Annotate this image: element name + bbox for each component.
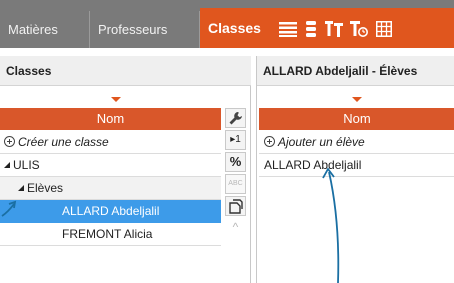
sort-indicator-icon xyxy=(352,97,362,102)
classes-panel-title: Classes xyxy=(0,56,251,86)
document-glyph-icon xyxy=(228,199,243,214)
abc-button[interactable]: ABC xyxy=(225,174,246,194)
tab-classes[interactable]: Classes xyxy=(200,8,454,48)
plus-circle-icon xyxy=(4,136,15,147)
step-button[interactable]: ▸1 xyxy=(225,130,246,150)
student-row[interactable]: FREMONT Alicia xyxy=(0,223,221,246)
students-panel-title: ALLARD Abdeljalil - Élèves xyxy=(257,56,454,86)
app-window: Matières Professeurs Classes Classes Nom… xyxy=(0,0,454,283)
document-icon[interactable] xyxy=(225,196,246,216)
tab-matieres[interactable]: Matières xyxy=(0,11,90,48)
create-class-row[interactable]: Créer une classe xyxy=(0,131,221,154)
vertical-list-icon[interactable] xyxy=(305,21,317,37)
subgroup-label-eleves: Elèves xyxy=(27,181,64,195)
wrench-glyph-icon xyxy=(229,112,242,125)
student-name: ALLARD Abdeljalil xyxy=(62,204,160,218)
student-row[interactable]: ALLARD Abdeljalil xyxy=(259,154,454,177)
tab-professeurs[interactable]: Professeurs xyxy=(90,11,200,48)
tab-professeurs-label: Professeurs xyxy=(98,22,168,37)
tools-strip: ▸1 % ABC ^ xyxy=(224,108,247,268)
expand-triangle-icon[interactable] xyxy=(4,162,10,168)
add-student-row[interactable]: Ajouter un élève xyxy=(259,131,454,154)
percent-button[interactable]: % xyxy=(225,152,246,172)
sort-indicator-icon xyxy=(111,97,121,102)
tab-matieres-label: Matières xyxy=(8,22,58,37)
student-name: FREMONT Alicia xyxy=(62,227,153,241)
column-header-nom[interactable]: Nom xyxy=(0,108,221,130)
list-icon[interactable] xyxy=(279,21,297,37)
annotation-arrow-left xyxy=(1,200,17,217)
wrench-icon[interactable] xyxy=(225,108,246,128)
add-student-label: Ajouter un élève xyxy=(278,135,365,149)
subgroup-row-eleves[interactable]: Elèves xyxy=(0,177,221,200)
student-row-selected[interactable]: ALLARD Abdeljalil xyxy=(0,200,221,223)
create-class-label: Créer une classe xyxy=(18,135,109,149)
grid-icon[interactable] xyxy=(376,21,392,37)
column-header-nom[interactable]: Nom xyxy=(259,108,454,130)
tab-classes-label: Classes xyxy=(208,20,261,36)
scroll-up-icon[interactable]: ^ xyxy=(225,218,246,238)
teacher-clock-icon[interactable] xyxy=(350,21,368,37)
annotation-arrow-right xyxy=(322,167,340,283)
teachers-icon[interactable] xyxy=(325,21,343,37)
class-label-ulis: ULIS xyxy=(13,158,40,172)
class-row-ulis[interactable]: ULIS xyxy=(0,154,221,177)
class-students-panel: ALLARD Abdeljalil - Élèves Nom Ajouter u… xyxy=(256,56,454,283)
classes-panel: Classes Nom Créer une classe ULIS Elèves… xyxy=(0,56,251,283)
top-tab-bar: Matières Professeurs Classes xyxy=(0,0,454,48)
expand-triangle-icon[interactable] xyxy=(18,185,24,191)
plus-circle-icon xyxy=(264,136,275,147)
